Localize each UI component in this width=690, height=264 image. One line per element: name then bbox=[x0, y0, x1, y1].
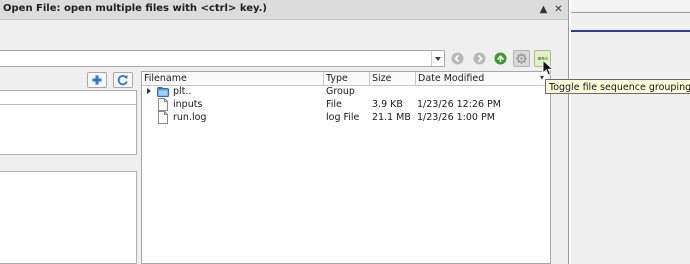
forward-button[interactable] bbox=[473, 52, 486, 65]
filename-cell: inputs bbox=[173, 99, 203, 110]
plus-icon bbox=[92, 75, 102, 85]
list-divider bbox=[0, 104, 136, 105]
settings-button[interactable] bbox=[513, 50, 530, 67]
path-dropdown-arrow-icon[interactable] bbox=[431, 51, 444, 66]
minimize-button[interactable]: ▲ bbox=[537, 3, 550, 16]
dialog-titlebar: Open File: open multiple files with <ctr… bbox=[0, 0, 568, 20]
type-cell: log File bbox=[326, 112, 360, 123]
column-header-size[interactable]: Size bbox=[370, 72, 416, 85]
table-row[interactable]: inputs File 3.9 KB 1/23/26 12:26 PM bbox=[142, 98, 550, 111]
back-button[interactable] bbox=[451, 52, 464, 65]
folder-icon bbox=[157, 85, 169, 98]
filename-cell: plt.. bbox=[173, 86, 192, 97]
column-header-type[interactable]: Type bbox=[324, 72, 370, 85]
size-cell: 3.9 KB bbox=[372, 99, 403, 110]
date-cell: 1/23/26 12:26 PM bbox=[417, 99, 501, 110]
table-row[interactable]: plt.. Group bbox=[142, 85, 550, 98]
background-window-accent-line bbox=[571, 30, 690, 32]
refresh-icon bbox=[117, 75, 128, 86]
type-cell: Group bbox=[326, 86, 355, 97]
dialog-title: Open File: open multiple files with <ctr… bbox=[3, 3, 267, 14]
refresh-button[interactable] bbox=[113, 72, 133, 88]
add-favorite-button[interactable] bbox=[87, 72, 107, 88]
open-file-dialog: Open File: open multiple files with <ctr… bbox=[0, 0, 569, 264]
background-window-titlebar bbox=[571, 0, 690, 11]
mouse-pointer-icon bbox=[542, 59, 554, 76]
background-window bbox=[571, 0, 690, 264]
arrow-right-icon bbox=[473, 52, 486, 65]
close-button[interactable]: ✕ bbox=[552, 3, 565, 16]
file-list[interactable]: Filename Type Size Date Modified ▾ plt..… bbox=[141, 71, 551, 264]
file-list-header: Filename Type Size Date Modified ▾ bbox=[142, 72, 550, 86]
arrow-up-icon bbox=[494, 52, 507, 65]
gear-icon bbox=[516, 53, 527, 64]
table-row[interactable]: run.log log File 21.1 MB 1/23/26 1:00 PM bbox=[142, 111, 550, 124]
filename-cell: run.log bbox=[173, 112, 207, 123]
screen: Open File: open multiple files with <ctr… bbox=[0, 0, 690, 264]
size-cell: 21.1 MB bbox=[372, 112, 411, 123]
type-cell: File bbox=[326, 99, 342, 110]
file-icon bbox=[157, 98, 169, 111]
date-cell: 1/23/26 1:00 PM bbox=[417, 112, 495, 123]
path-combobox[interactable] bbox=[0, 50, 445, 67]
file-icon bbox=[157, 111, 169, 124]
up-directory-button[interactable] bbox=[494, 52, 507, 65]
arrow-left-icon bbox=[451, 52, 464, 65]
column-header-date-modified[interactable]: Date Modified bbox=[416, 72, 550, 85]
left-pane bbox=[0, 72, 137, 264]
expand-arrow-icon[interactable] bbox=[147, 88, 151, 94]
tooltip: Toggle file sequence grouping. bbox=[545, 79, 690, 94]
recent-locations-list[interactable] bbox=[0, 171, 137, 264]
background-window-divider bbox=[571, 12, 690, 13]
favorites-list[interactable] bbox=[0, 90, 137, 155]
column-header-filename[interactable]: Filename bbox=[142, 72, 324, 85]
